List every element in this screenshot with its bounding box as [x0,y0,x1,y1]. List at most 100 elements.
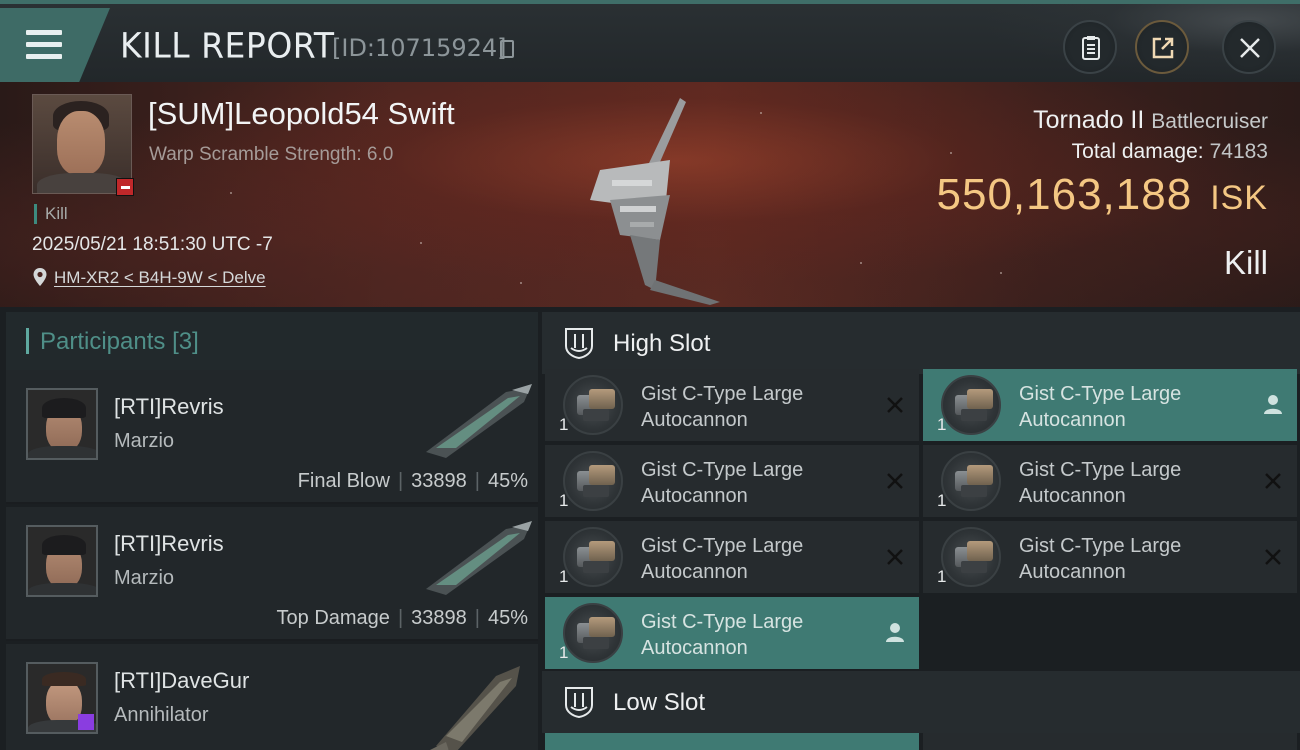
participant-ship-image [430,666,520,750]
destroyed-icon [887,549,903,565]
kill-summary: [SUM]Leopold54 Swift Warp Scramble Stren… [0,82,1300,307]
dropped-user-icon [1264,395,1282,414]
participants-header: Participants [3] [6,312,538,370]
high-slot-label: High Slot [613,330,711,357]
high-slot-icon [565,328,593,360]
total-damage: Total damage: 74183 [1072,140,1268,164]
destroyed-icon [887,397,903,413]
location-link[interactable]: HM-XR2 < B4H-9W < Delve [54,268,266,288]
module-quantity: 1 [937,415,947,434]
module-quantity: 1 [937,567,947,586]
module-name: Gist C-Type Large Autocannon [641,611,804,659]
destroyed-icon [1265,549,1281,565]
top-bar: KILL REPORT [ID:10715924] [0,0,1300,86]
participants-count: [3] [172,328,199,355]
autocannon-icon [563,527,623,587]
module-slot[interactable] [545,733,919,750]
participant-damage: 33898 [411,470,467,492]
ship-name: Tornado II [1033,106,1145,134]
participants-panel: Participants [3] [RTI]Revris Marzio Fina… [0,307,542,750]
module-quantity: 1 [559,491,569,510]
participant-name: [RTI]Revris [114,531,224,556]
avatar[interactable] [26,662,98,734]
dropped-user-icon [886,623,904,642]
fitting-panel: High Slot 1 Gist C-Type Large Autocannon … [542,307,1300,750]
isk-value: 550,163,188 ISK [937,170,1269,220]
participants-title: Participants [3] [40,328,199,355]
low-slot-header: Low Slot [542,671,1300,733]
module-name: Gist C-Type Large Autocannon [641,383,804,431]
module-slot[interactable]: 1 Gist C-Type Large Autocannon [545,521,919,593]
low-slot-label: Low Slot [613,689,706,716]
page-title: KILL REPORT [120,25,335,66]
total-damage-value: 74183 [1209,140,1268,163]
warp-scramble-strength: Warp Scramble Strength: 6.0 [149,144,394,165]
close-icon [1240,38,1260,58]
location-pin-icon [33,268,47,286]
victim-ship-image[interactable] [560,90,750,305]
menu-button[interactable] [0,8,110,82]
autocannon-icon [563,603,623,663]
autocannon-icon [941,375,1001,435]
participant-ship: Annihilator [114,704,209,726]
avatar[interactable] [26,388,98,460]
participant-percent: 45% [487,470,528,492]
autocannon-icon [941,527,1001,587]
participant-row[interactable]: [RTI]DaveGur Annihilator [6,644,538,750]
module-quantity: 1 [937,491,947,510]
participant-stats: Top Damage | 33898 | 45% [276,607,528,629]
autocannon-icon [941,451,1001,511]
menu-icon [26,30,62,60]
participant-row[interactable]: [RTI]Revris Marzio Final Blow | 33898 | 45% [6,370,538,504]
kill-datetime: 2025/05/21 18:51:30 UTC -7 [32,234,273,255]
autocannon-icon [563,451,623,511]
low-slot-icon [565,687,593,719]
kill-tag: Kill [34,204,68,224]
copy-icon[interactable] [500,40,514,58]
module-slot[interactable]: 1 Gist C-Type Large Autocannon [545,597,919,669]
participant-ship-image [426,521,532,595]
participant-row[interactable]: [RTI]Revris Marzio Top Damage | 33898 | 45% [6,507,538,641]
destroyed-icon [1265,473,1281,489]
module-name: Gist C-Type Large Autocannon [1019,535,1182,583]
avatar[interactable] [26,525,98,597]
share-icon [1152,37,1174,59]
close-button[interactable] [1222,20,1276,74]
participant-role: Final Blow [297,470,390,492]
module-slot[interactable]: 1 Gist C-Type Large Autocannon [545,369,919,441]
participant-ship: Marzio [114,567,175,589]
autocannon-icon [563,375,623,435]
destroyed-icon [887,473,903,489]
participant-name: [RTI]DaveGur [114,668,250,693]
module-quantity: 1 [559,567,569,586]
module-name: Gist C-Type Large Autocannon [641,459,804,507]
ship-class: Battlecruiser [1151,110,1268,133]
module-quantity: 1 [559,643,569,662]
module-slot[interactable]: 1 Gist C-Type Large Autocannon [545,445,919,517]
isk-unit: ISK [1210,179,1268,217]
module-name: Gist C-Type Large Autocannon [641,535,804,583]
total-damage-label: Total damage: [1071,140,1204,163]
participant-role: Top Damage [276,607,390,629]
isk-amount: 550,163,188 [936,170,1193,219]
report-id: [ID:10715924] [332,34,507,62]
module-name: Gist C-Type Large Autocannon [1019,459,1182,507]
module-slot[interactable]: 1 Gist C-Type Large Autocannon [923,521,1297,593]
module-slot[interactable]: 1 Gist C-Type Large Autocannon [923,369,1297,441]
corp-badge-icon [116,178,134,196]
participant-percent: 45% [487,607,528,629]
module-slot[interactable] [923,733,1297,750]
ship-title[interactable]: Tornado II Battlecruiser [1033,106,1268,135]
module-slot[interactable]: 1 Gist C-Type Large Autocannon [923,445,1297,517]
participant-damage: 33898 [411,607,467,629]
clipboard-button[interactable] [1063,20,1117,74]
high-slot-header: High Slot [542,312,1300,374]
share-button[interactable] [1135,20,1189,74]
module-name: Gist C-Type Large Autocannon [1019,383,1182,431]
participant-stats: Final Blow | 33898 | 45% [297,470,528,492]
module-quantity: 1 [559,415,569,434]
victim-name[interactable]: [SUM]Leopold54 Swift [148,96,455,132]
participant-ship: Marzio [114,430,175,452]
result-label: Kill [1223,244,1268,281]
participant-name: [RTI]Revris [114,394,224,419]
